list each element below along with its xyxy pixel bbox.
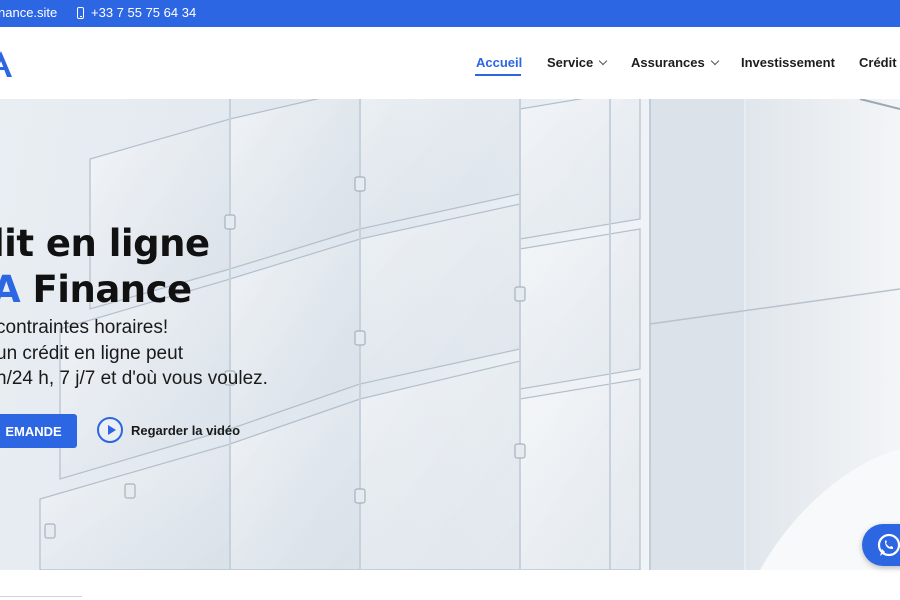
nav-item-assurances[interactable]: Assurances <box>631 55 719 70</box>
demande-button[interactable]: EMANDE <box>0 414 77 448</box>
contact-email[interactable]: nance.site <box>0 5 57 20</box>
nav-label: Crédit <box>859 55 897 70</box>
hero-subtitle-line-2: un crédit en ligne peut <box>0 343 183 364</box>
nav-label: Accueil <box>476 55 523 70</box>
contact-phone[interactable]: +33 7 55 75 64 34 <box>77 5 196 20</box>
logo[interactable] <box>0 47 14 79</box>
divider <box>0 596 82 597</box>
phone-icon <box>77 6 84 19</box>
watch-video-label: Regarder la vidéo <box>131 422 241 438</box>
hero-title-rest: Finance <box>20 268 193 311</box>
chevron-down-icon <box>599 56 608 65</box>
active-nav-indicator <box>475 74 521 76</box>
play-icon <box>97 417 123 443</box>
nav-item-investissement[interactable]: Investissement <box>741 55 835 70</box>
nav-item-service[interactable]: Service <box>547 55 608 70</box>
brand-accent: A <box>0 268 21 311</box>
top-bar: nance.site +33 7 55 75 64 34 <box>0 0 900 27</box>
hero-section: lit en ligne A Finance contraintes horai… <box>0 99 900 570</box>
hero-subtitle-line-3: h/24 h, 7 j/7 et d'où vous voulez. <box>0 368 268 389</box>
hero-title-line-1: lit en ligne <box>0 222 210 265</box>
nav-label: Service <box>547 55 594 70</box>
nav-label: Investissement <box>741 55 835 70</box>
hero-title-line-2: A Finance <box>0 267 392 313</box>
whatsapp-button[interactable] <box>862 524 900 566</box>
site-header: Accueil Service Assurances Investissemen… <box>0 27 900 99</box>
whatsapp-icon <box>877 533 900 557</box>
nav-item-credit[interactable]: Crédit <box>859 55 897 70</box>
nav-label: Assurances <box>631 55 705 70</box>
nav-item-accueil[interactable]: Accueil <box>476 55 522 70</box>
chevron-down-icon <box>710 56 719 65</box>
hero-subtitle-line-1: contraintes horaires! <box>0 317 169 338</box>
watch-video-link[interactable]: Regarder la vidéo <box>97 417 240 443</box>
phone-number: +33 7 55 75 64 34 <box>91 5 197 20</box>
